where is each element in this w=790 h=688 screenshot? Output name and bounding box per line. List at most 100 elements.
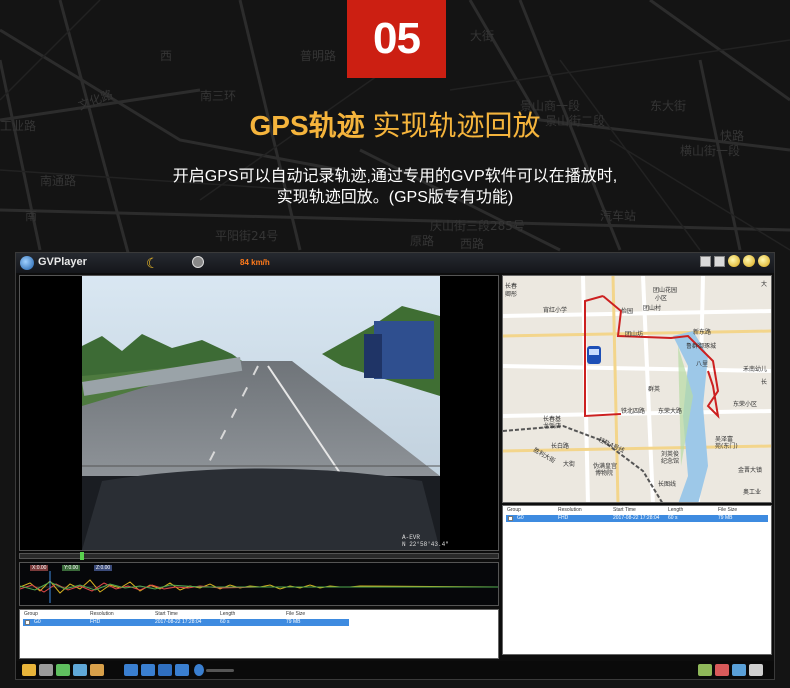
bg-label: 南 [25, 208, 37, 223]
map-label: 团山村 [643, 304, 661, 312]
gsensor-waveform [20, 571, 498, 603]
map-file-list: Group Resolution Start Time Length File … [502, 505, 772, 655]
video-overlay-text: A-EVR N 22°58'43.4" [402, 534, 449, 548]
map-label: 纪念馆 [661, 457, 679, 465]
option-icon[interactable] [700, 255, 711, 267]
player-title-bar: GVPlayer ☾ 84 km/h [16, 253, 774, 273]
description: 开启GPS可以自动记录轨迹,通过专用的GVP软件可以在播放时, 实现轨迹回放。(… [0, 166, 790, 208]
map-label: 团山花园 [653, 286, 677, 294]
map-label: 鲁群御琢城 [686, 342, 716, 350]
map-settings-icon[interactable] [749, 664, 763, 676]
bg-label: 西路 [460, 236, 484, 251]
player-toolbar [16, 661, 774, 679]
app-name: GVPlayer [38, 256, 87, 268]
open-folder-icon[interactable] [22, 664, 36, 676]
map-label: 吴泽富 [715, 435, 733, 443]
headline-bold: GPS轨迹 [249, 110, 365, 141]
map-label: 大 [761, 280, 767, 288]
map-label: 怡园 [621, 307, 633, 315]
map-label: 龙饭店 [543, 422, 561, 430]
map-label: 伪满皇宫 [593, 462, 617, 470]
volume-icon[interactable] [194, 664, 204, 676]
gps-map-pane[interactable]: 团山花园 小区 团山村 宵红小学 怡园 团山坊 新东路 鲁群御琢城 八里 禾南幼… [502, 275, 772, 503]
col-file-size: File Size [286, 611, 306, 617]
bg-label: 横山街一段 [680, 143, 740, 158]
map-label: 大街 [563, 460, 575, 468]
map-label: 宵红小学 [543, 306, 567, 314]
compass-icon [192, 256, 204, 268]
stop-button[interactable] [141, 664, 155, 676]
map-label: 长图线 [658, 480, 676, 488]
gvplayer-window: GVPlayer ☾ 84 km/h A-EVR N 22°58'43.4" 团… [15, 252, 775, 680]
camera-icon[interactable] [39, 664, 53, 676]
export-icon[interactable] [90, 664, 104, 676]
file-row[interactable]: G0 FHD 2017-08-22 17:28:04 60 s 79 MB [506, 515, 768, 522]
description-line2: 实现轨迹回放。(GPS版专有功能) [276, 189, 514, 206]
map-label: 铁北四路 [621, 407, 645, 415]
row-checkbox[interactable] [25, 620, 30, 625]
bg-label: 南三环 [200, 88, 236, 103]
section-number-badge: 05 [347, 0, 446, 78]
map-label: 博物院 [595, 469, 613, 477]
video-file-list: Group Resolution Start Time Length File … [19, 609, 499, 659]
volume-slider[interactable] [206, 669, 234, 672]
col-resolution: Resolution [558, 507, 582, 513]
save-icon[interactable] [73, 664, 87, 676]
map-label: 卿彤 [505, 290, 517, 298]
map-center-icon[interactable] [732, 664, 746, 676]
file-row[interactable]: G0 FHD 2017-08-22 17:28:04 60 s 79 MB [23, 619, 349, 626]
app-logo-icon [20, 256, 34, 270]
map-label: 东荣小区 [733, 400, 757, 408]
bg-label: 大街 [470, 29, 494, 43]
bg-label: 汽车站 [600, 208, 636, 223]
map-label: 八里 [696, 361, 708, 368]
night-mode-icon[interactable]: ☾ [146, 255, 159, 272]
video-pane[interactable]: A-EVR N 22°58'43.4" [19, 275, 499, 551]
gsensor-graph: X:0.00 Y:0.00 Z:0.00 [19, 562, 499, 606]
map-label: 苑(东门) [715, 442, 738, 450]
map-label: 金晋大镇 [738, 466, 762, 474]
col-file-size: File Size [718, 507, 738, 513]
headline: GPS轨迹 实现轨迹回放 [0, 104, 790, 144]
next-button[interactable] [175, 664, 189, 676]
col-resolution: Resolution [90, 611, 114, 617]
bg-label: 庆山街三段285号 [430, 218, 525, 233]
bg-label: 普明路 [300, 48, 336, 63]
bg-label: 西 [160, 49, 172, 63]
map-label: 禾南幼儿 [743, 365, 767, 373]
bg-label: 平阳街24号 [215, 229, 278, 243]
window-controls [700, 255, 770, 267]
map-label: 小区 [655, 294, 667, 302]
section-number: 05 [373, 14, 421, 63]
col-group: Group [24, 611, 38, 617]
map-label: 东荣大路 [658, 407, 682, 415]
playback-timeline[interactable] [19, 552, 499, 560]
map-label: 新东路 [693, 328, 711, 336]
gps-map: 团山花园 小区 团山村 宵红小学 怡园 团山坊 新东路 鲁群御琢城 八里 禾南幼… [503, 276, 771, 502]
timeline-handle[interactable] [80, 552, 84, 560]
map-label: 刘英俊 [661, 450, 679, 458]
map-label: 长春 [505, 282, 517, 290]
map-label: 长 [761, 378, 767, 386]
map-zoom-icon[interactable] [698, 664, 712, 676]
map-label: 长春基 [543, 415, 561, 423]
bg-label: 原路 [410, 233, 434, 248]
maximize-icon[interactable] [743, 255, 755, 267]
map-label: 团山坊 [625, 330, 643, 338]
col-start-time: Start Time [155, 611, 178, 617]
map-label: 群英 [648, 385, 660, 393]
prev-button[interactable] [124, 664, 138, 676]
play-button[interactable] [158, 664, 172, 676]
col-group: Group [507, 507, 521, 513]
col-start-time: Start Time [613, 507, 636, 513]
image-icon[interactable] [56, 664, 70, 676]
dashcam-video-frame [82, 276, 440, 550]
close-icon[interactable] [758, 255, 770, 267]
minimize-icon[interactable] [728, 255, 740, 267]
row-checkbox[interactable] [508, 516, 513, 521]
col-length: Length [668, 507, 684, 513]
map-layer-icon[interactable] [715, 664, 729, 676]
snapshot-icon[interactable] [714, 255, 725, 267]
headline-normal: 实现轨迹回放 [372, 110, 541, 141]
map-label: 长白路 [551, 442, 569, 450]
